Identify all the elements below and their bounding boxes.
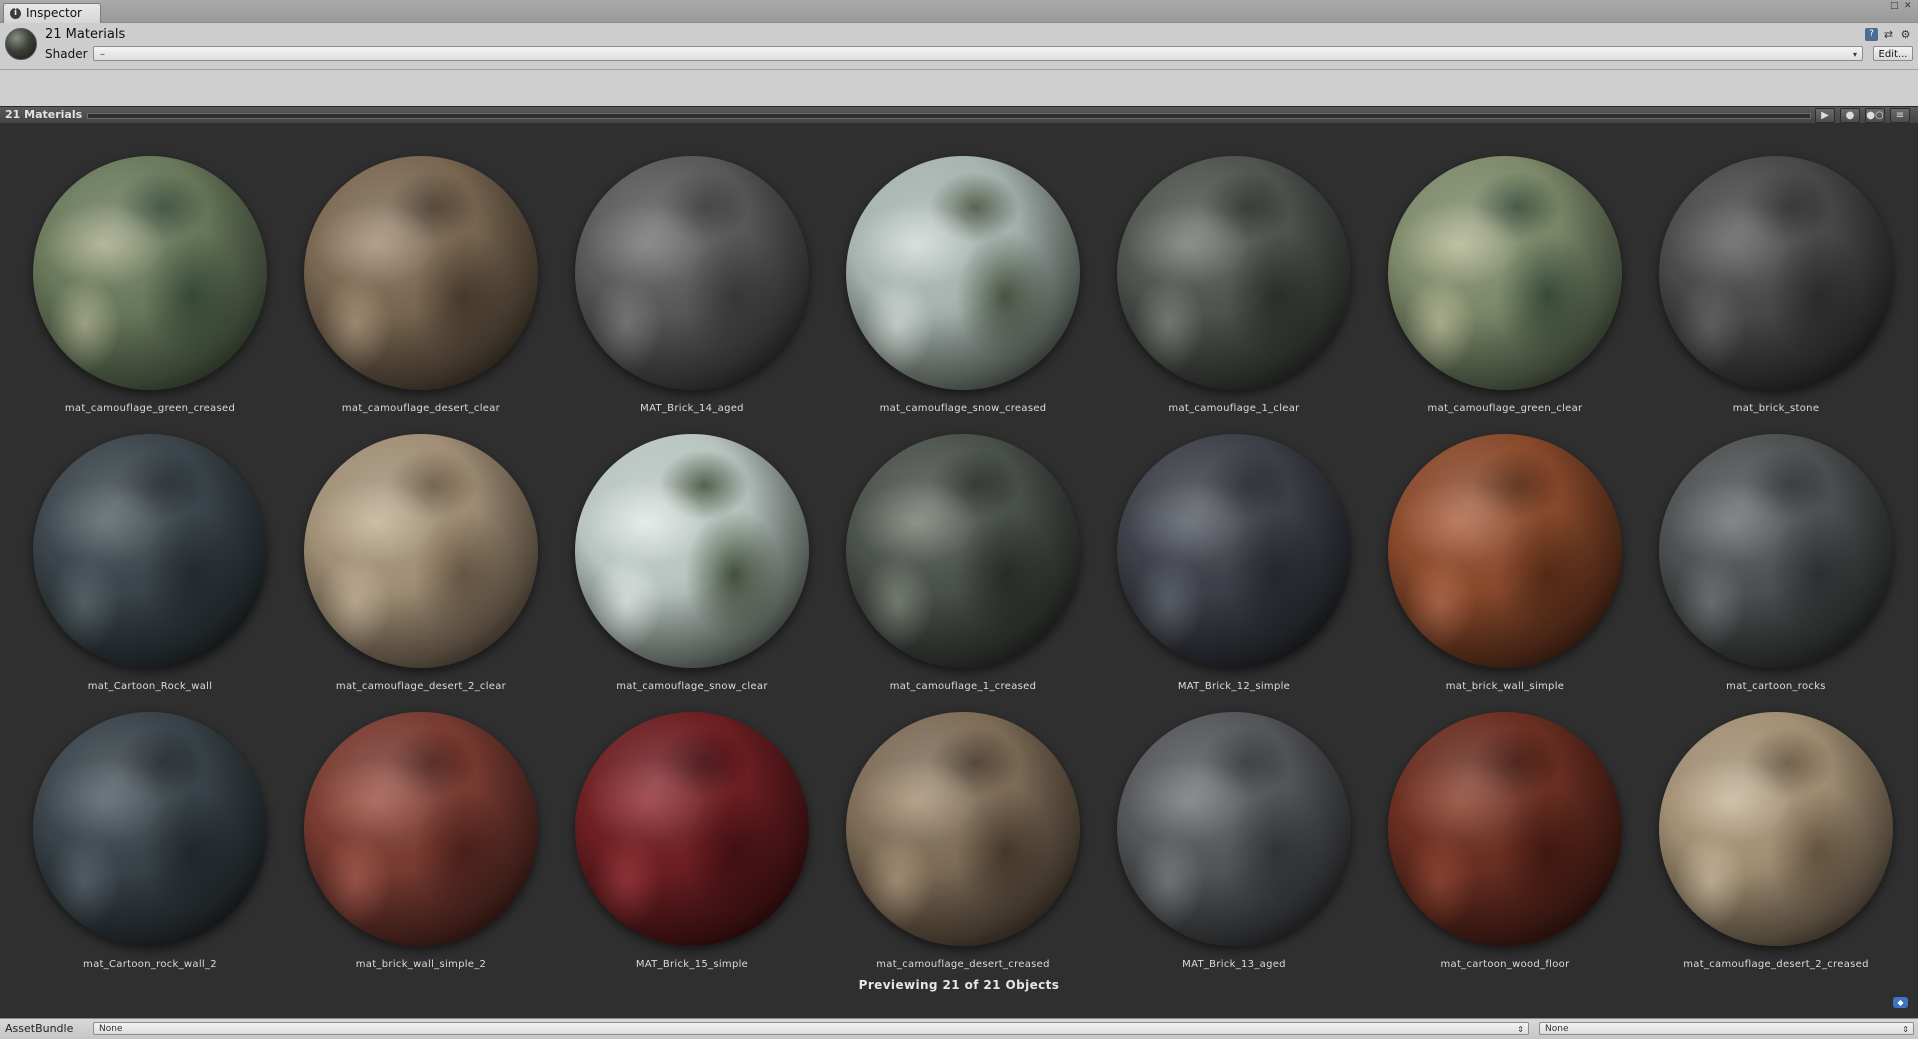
material-item[interactable]: mat_Cartoon_rock_wall_2: [0, 679, 300, 970]
material-item[interactable]: mat_camouflage_1_creased: [813, 401, 1113, 692]
preview-title: 21 Materials: [5, 108, 83, 121]
material-sphere-preview: [33, 434, 267, 668]
material-sphere-preview: [1117, 712, 1351, 946]
material-item[interactable]: mat_brick_wall_simple_2: [271, 679, 571, 970]
assetbundle-variant-dropdown[interactable]: None ⇕: [1539, 1022, 1914, 1035]
dropdown-arrow-icon: ⇕: [1902, 1025, 1909, 1034]
material-item[interactable]: mat_camouflage_desert_2_clear: [271, 401, 571, 692]
material-item[interactable]: mat_camouflage_desert_creased: [813, 679, 1113, 970]
assetbundle-label: AssetBundle: [5, 1022, 74, 1035]
material-sphere-preview: [1117, 434, 1351, 668]
divider: [0, 69, 1918, 70]
material-item[interactable]: MAT_Brick_13_aged: [1084, 679, 1384, 970]
material-item[interactable]: mat_camouflage_green_creased: [0, 123, 300, 414]
menu-icon[interactable]: ≡: [1890, 108, 1910, 123]
material-sphere-preview: [846, 434, 1080, 668]
shader-value: –: [100, 49, 105, 60]
material-sphere-preview: [575, 156, 809, 390]
dropdown-arrow-icon: ▾: [1852, 50, 1857, 59]
material-preview-grid: mat_camouflage_green_creased mat_camoufla…: [0, 123, 1918, 1018]
material-item[interactable]: mat_camouflage_green_clear: [1355, 123, 1655, 414]
material-item[interactable]: mat_camouflage_desert_clear: [271, 123, 571, 414]
sphere-mesh-icon[interactable]: ●: [1840, 108, 1860, 123]
material-sphere-preview: [33, 156, 267, 390]
material-name: mat_camouflage_desert_creased: [876, 959, 1050, 970]
tab-inspector[interactable]: i Inspector: [3, 3, 101, 23]
material-name: MAT_Brick_15_simple: [635, 959, 749, 970]
shader-label: Shader: [45, 47, 88, 61]
gear-icon[interactable]: ⚙: [1899, 28, 1912, 41]
material-sphere-preview: [1388, 156, 1622, 390]
assetbundle-value: None: [99, 1024, 123, 1034]
edit-button[interactable]: Edit...: [1873, 46, 1913, 61]
material-name: MAT_Brick_13_aged: [1182, 959, 1286, 970]
play-icon[interactable]: ▶: [1815, 108, 1835, 123]
material-item[interactable]: mat_camouflage_desert_2_creased: [1626, 679, 1918, 970]
material-thumbnail: [5, 28, 37, 60]
material-item[interactable]: mat_cartoon_rocks: [1626, 401, 1918, 692]
preview-toolbar: 21 Materials ▶ ● ●○ ≡: [0, 106, 1918, 124]
tab-label: Inspector: [26, 6, 82, 20]
inspector-header: 21 Materials Shader – ▾ Edit... ? ⇄ ⚙: [0, 23, 1918, 69]
close-icon[interactable]: ✕: [1904, 2, 1912, 11]
page-title: 21 Materials: [45, 27, 126, 42]
tab-bar: i Inspector □ ✕: [0, 0, 1918, 23]
variant-value: None: [1545, 1024, 1569, 1034]
material-name: mat_brick_wall_simple_2: [355, 959, 487, 970]
preset-icon[interactable]: ⇄: [1882, 28, 1895, 41]
tag-icon[interactable]: ◆: [1893, 997, 1908, 1008]
material-sphere-preview: [1659, 434, 1893, 668]
shader-dropdown[interactable]: – ▾: [93, 46, 1863, 61]
material-sphere-preview: [1659, 156, 1893, 390]
assetbundle-bar: AssetBundle None ⇕ None ⇕: [0, 1018, 1918, 1039]
material-sphere-preview: [846, 156, 1080, 390]
material-name: mat_Cartoon_rock_wall_2: [83, 959, 217, 970]
material-item[interactable]: MAT_Brick_12_simple: [1084, 401, 1384, 692]
material-item[interactable]: mat_camouflage_snow_clear: [542, 401, 842, 692]
material-sphere-preview: [846, 712, 1080, 946]
preview-status: Previewing 21 of 21 Objects: [858, 978, 1060, 992]
material-item[interactable]: MAT_Brick_15_simple: [542, 679, 842, 970]
material-name: mat_cartoon_wood_floor: [1440, 959, 1570, 970]
material-sphere-preview: [1117, 156, 1351, 390]
material-item[interactable]: mat_cartoon_wood_floor: [1355, 679, 1655, 970]
material-sphere-preview: [1388, 434, 1622, 668]
material-name: mat_camouflage_desert_2_creased: [1683, 959, 1869, 970]
material-item[interactable]: mat_camouflage_1_clear: [1084, 123, 1384, 414]
material-item[interactable]: mat_brick_stone: [1626, 123, 1918, 414]
material-sphere-preview: [304, 712, 538, 946]
material-sphere-preview: [575, 434, 809, 668]
preview-resize-handle[interactable]: [87, 113, 1811, 119]
material-sphere-preview: [1388, 712, 1622, 946]
light-toggle-icon[interactable]: ●○: [1865, 108, 1885, 123]
material-sphere-preview: [304, 434, 538, 668]
material-sphere-preview: [304, 156, 538, 390]
help-book-icon[interactable]: ?: [1865, 28, 1878, 41]
material-sphere-preview: [575, 712, 809, 946]
info-icon: i: [10, 8, 21, 19]
dropdown-arrow-icon: ⇕: [1517, 1025, 1524, 1034]
material-sphere-preview: [33, 712, 267, 946]
material-item[interactable]: MAT_Brick_14_aged: [542, 123, 842, 414]
assetbundle-dropdown[interactable]: None ⇕: [93, 1022, 1529, 1035]
material-item[interactable]: mat_brick_wall_simple: [1355, 401, 1655, 692]
material-item[interactable]: mat_Cartoon_Rock_wall: [0, 401, 300, 692]
restore-icon[interactable]: □: [1890, 2, 1899, 11]
material-sphere-preview: [1659, 712, 1893, 946]
material-item[interactable]: mat_camouflage_snow_creased: [813, 123, 1113, 414]
